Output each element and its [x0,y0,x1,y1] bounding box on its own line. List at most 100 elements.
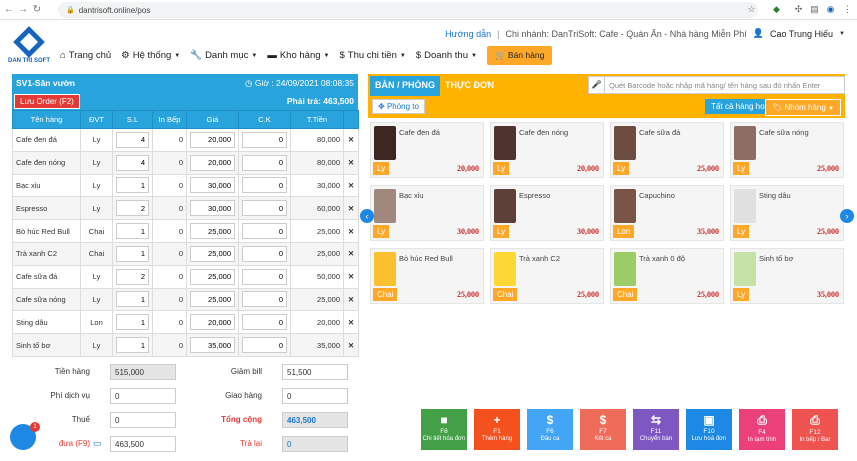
menu-cash[interactable]: $ Thu chi tiền ▼ [339,50,405,61]
menu-warehouse[interactable]: ▬ Kho hàng ▼ [267,50,329,61]
chevron-left-icon[interactable]: ‹ [360,209,374,223]
table-row[interactable]: EspressoLy 0 60,000✕ [12,196,359,221]
menu-system[interactable]: ⚙ Hệ thống ▼ [121,50,180,61]
discount-input[interactable] [242,337,287,354]
table-row[interactable]: Sting dâuLon 0 20,000✕ [12,310,359,335]
price-input[interactable] [190,131,235,148]
product-card[interactable]: Trà xanh C2 Chai 25,000 [490,248,604,304]
product-card[interactable]: Espresso Ly 30,000 [490,185,604,241]
qty-input[interactable] [116,223,149,240]
paid-field[interactable]: 463,500 [110,436,176,452]
address-bar[interactable]: 🔒 dantrisoft.online/pos [58,2,758,18]
function-button[interactable]: $ F6 Đầu ca [527,409,573,450]
table-row[interactable]: Trà xanh C2Chai 0 25,000✕ [12,241,359,266]
product-card[interactable]: Cafe sữa nóng Ly 25,000 [730,122,844,178]
remove-icon[interactable]: ✕ [343,128,359,152]
qty-input[interactable] [116,268,149,285]
price-input[interactable] [190,314,235,331]
discount-input[interactable] [242,314,287,331]
puzzle-icon[interactable]: ▤ [808,3,821,16]
function-button[interactable]: ⎙ F12 In bếp / Bar [792,409,838,450]
product-group-button[interactable]: 🏷 Nhóm hàng ▼ [765,99,841,116]
table-row[interactable]: Sinh tố bơLy 0 35,000✕ [12,333,359,357]
barcode-search[interactable]: 🎤 Quét Barcode hoặc nhập mã hàng/ tên hà… [588,76,845,94]
remove-icon[interactable]: ✕ [343,150,359,175]
price-input[interactable] [190,177,235,194]
product-card[interactable]: Cafe đen đá Ly 20,000 [370,122,484,178]
qty-input[interactable] [116,245,149,262]
zoom-button[interactable]: ✥ Phóng to [372,99,425,114]
price-input[interactable] [190,154,235,171]
price-input[interactable] [190,291,235,308]
product-card[interactable]: Sting dâu Ly 25,000 [730,185,844,241]
discount-input[interactable] [242,268,287,285]
remove-icon[interactable]: ✕ [343,173,359,198]
delivery-field[interactable]: 0 [282,388,348,404]
qty-input[interactable] [116,314,149,331]
service-field[interactable]: 0 [110,388,176,404]
discount-input[interactable] [242,200,287,217]
discount-input[interactable] [242,131,287,148]
product-card[interactable]: Trà xanh 0 độ Chai 25,000 [610,248,724,304]
menu-revenue[interactable]: $ Doanh thu ▼ [416,50,477,61]
qty-input[interactable] [116,291,149,308]
table-row[interactable]: Cafe đen đáLy 0 80,000✕ [12,128,359,152]
save-order-button[interactable]: Lưu Order (F2) [14,94,80,109]
product-card[interactable]: Bạc xỉu Ly 30,000 [370,185,484,241]
back-icon[interactable]: ← [2,4,16,15]
qty-input[interactable] [116,131,149,148]
function-button[interactable]: ▣ F10 Lưu hoá đơn [686,409,732,450]
shield-icon[interactable]: ◆ [770,3,783,16]
extensions-icon[interactable]: ✣ [792,3,805,16]
remove-icon[interactable]: ✕ [343,264,359,289]
qty-input[interactable] [116,200,149,217]
function-button[interactable]: $ F7 Kết ca [580,409,626,450]
discount-field[interactable]: 51,500 [282,364,348,380]
function-button[interactable]: ■ F8 Chi tiết hóa đơn [421,409,467,450]
help-link[interactable]: Hướng dẫn [445,29,491,39]
price-input[interactable] [190,223,235,240]
remove-icon[interactable]: ✕ [343,241,359,266]
function-button[interactable]: ⇆ F11 Chuyển bàn [633,409,679,450]
user-name[interactable]: Cao Trung Hiếu [770,29,833,39]
discount-input[interactable] [242,154,287,171]
discount-input[interactable] [242,291,287,308]
remove-icon[interactable]: ✕ [343,196,359,221]
qty-input[interactable] [116,177,149,194]
discount-input[interactable] [242,245,287,262]
product-card[interactable]: Cafe sữa đá Ly 25,000 [610,122,724,178]
star-icon[interactable]: ☆ [745,3,758,16]
menu-home[interactable]: ⌂ Trang chủ [60,50,111,61]
chevron-right-icon[interactable]: › [840,209,854,223]
discount-input[interactable] [242,177,287,194]
more-icon[interactable]: ⋮ [841,3,854,16]
forward-icon[interactable]: → [16,4,30,15]
table-row[interactable]: Cafe sữa nóngLy 0 25,000✕ [12,287,359,312]
sell-button[interactable]: 🛒 Bán hàng [486,46,553,65]
remove-icon[interactable]: ✕ [343,219,359,243]
tax-field[interactable]: 0 [110,412,176,428]
tab-menu[interactable]: THỰC ĐƠN [440,78,499,92]
function-button[interactable]: + F1 Thêm hàng [474,409,520,450]
branch-name[interactable]: Chi nhánh: DanTriSoft: Cafe - Quán Ăn - … [505,29,746,39]
table-row[interactable]: Cafe đen nóngLy 0 80,000✕ [12,150,359,175]
qty-input[interactable] [116,337,149,354]
product-card[interactable]: Sinh tố bơ Ly 35,000 [730,248,844,304]
discount-input[interactable] [242,223,287,240]
product-card[interactable]: Bò húc Red Bull Chai 25,000 [370,248,484,304]
table-row[interactable]: Cafe sữa đáLy 0 50,000✕ [12,264,359,289]
remove-icon[interactable]: ✕ [343,333,359,357]
product-card[interactable]: Capuchino Lon 35,000 [610,185,724,241]
menu-catalog[interactable]: 🔧 Danh mục ▼ [190,50,257,61]
price-input[interactable] [190,268,235,285]
profile-icon[interactable]: ◉ [824,3,837,16]
microphone-icon[interactable]: 🎤 [589,77,605,93]
product-card[interactable]: Cafe đen nóng Ly 20,000 [490,122,604,178]
table-row[interactable]: Bò húc Red BullChai 0 25,000✕ [12,219,359,243]
logo[interactable]: DAN TRI SOFT [8,26,50,68]
remove-icon[interactable]: ✕ [343,310,359,335]
qty-input[interactable] [116,154,149,171]
function-button[interactable]: ⎙ F4 In tạm tính [739,409,785,450]
price-input[interactable] [190,337,235,354]
reload-icon[interactable]: ↻ [30,4,44,15]
